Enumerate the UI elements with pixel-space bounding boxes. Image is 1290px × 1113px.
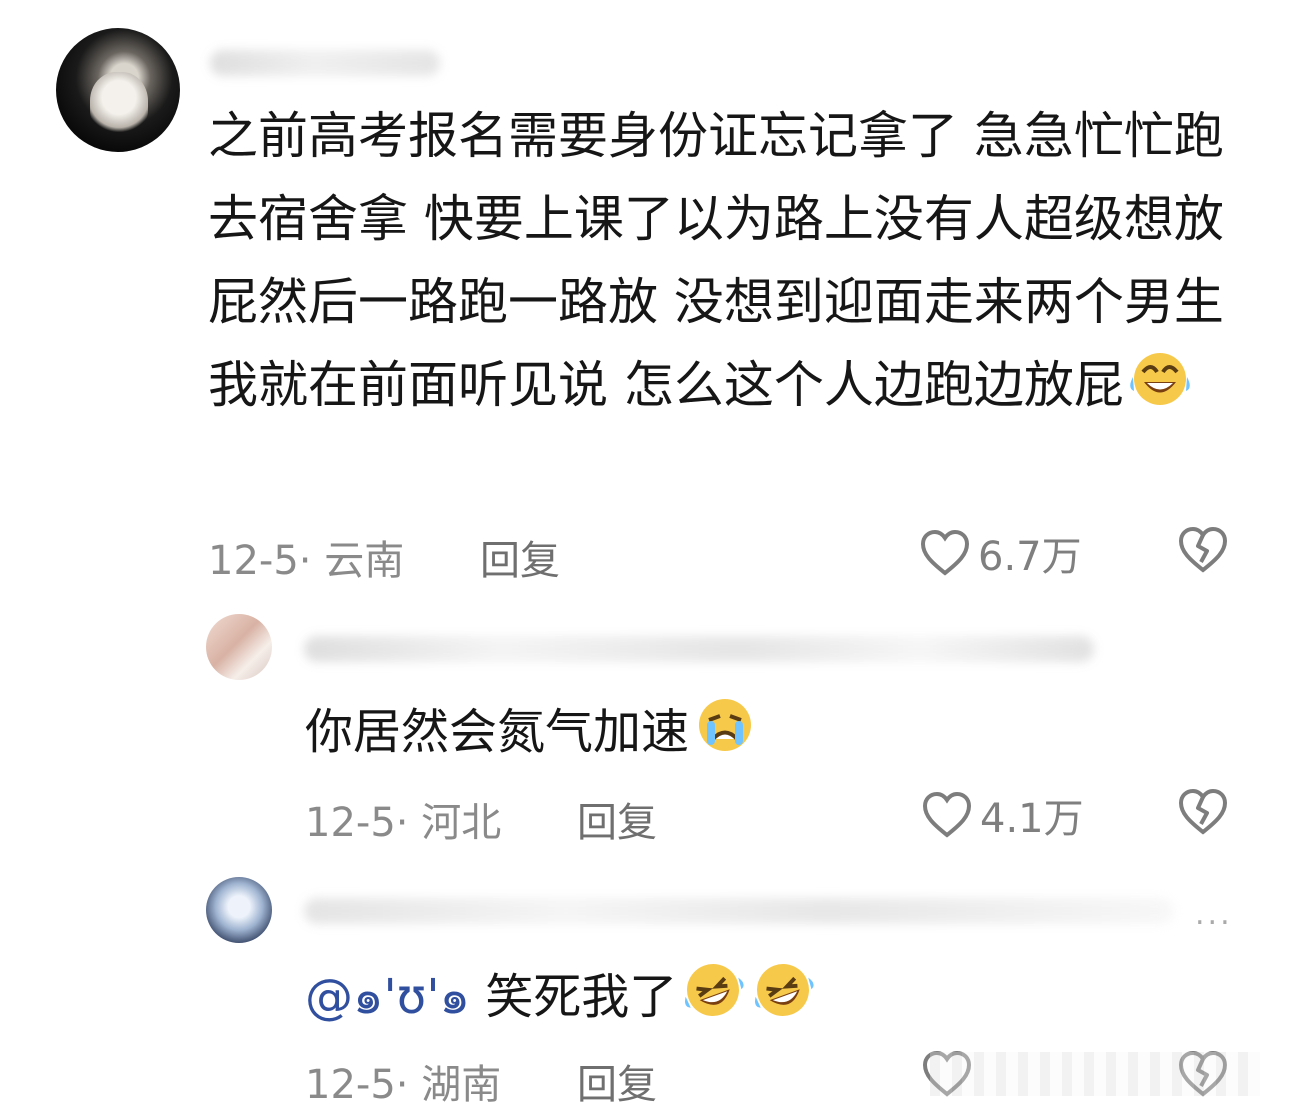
- rolling-laughing-emoji-icon: [679, 959, 747, 1021]
- broken-heart-icon: [1178, 788, 1228, 835]
- laughing-tears-emoji-icon: [1126, 348, 1194, 410]
- rolling-laughing-emoji-icon: [749, 959, 817, 1021]
- comment-text: @๑'ʊ'๑ 笑死我了: [305, 958, 817, 1036]
- like-count: 4.1万: [980, 796, 1084, 842]
- dislike-button[interactable]: [1176, 786, 1230, 838]
- like-button[interactable]: 6.7万: [918, 524, 1082, 582]
- heart-icon: [920, 529, 970, 576]
- watermark-overlay: [930, 1052, 1260, 1096]
- username-blurred[interactable]: [304, 636, 1094, 662]
- comment-time-location: 12-5· 云南: [208, 538, 405, 584]
- like-button[interactable]: 4.1万: [920, 786, 1084, 844]
- crying-emoji-icon: [691, 694, 759, 756]
- comment-time-location: 12-5· 河北: [305, 800, 502, 846]
- comment-text: 之前高考报名需要身份证忘记拿了 急急忙忙跑去宿舍拿 快要上课了以为路上没有人超级…: [208, 107, 1240, 414]
- reply-button[interactable]: 回复: [577, 1052, 657, 1110]
- more-options-icon[interactable]: ...: [1195, 897, 1233, 932]
- comment-text: 你居然会氮气加速: [305, 693, 759, 771]
- like-count: 6.7万: [978, 534, 1082, 580]
- heart-icon: [922, 791, 972, 838]
- mention-link[interactable]: @๑'ʊ'๑: [305, 969, 470, 1025]
- reply-button[interactable]: 回复: [577, 790, 657, 848]
- username-blurred[interactable]: [304, 898, 1174, 924]
- avatar[interactable]: [206, 614, 272, 680]
- broken-heart-icon: [1178, 526, 1228, 573]
- avatar[interactable]: [206, 877, 272, 943]
- avatar[interactable]: [56, 28, 180, 152]
- comment-time-location: 12-5· 湖南: [305, 1062, 502, 1108]
- username-blurred[interactable]: [210, 50, 440, 76]
- reply-button[interactable]: 回复: [480, 528, 560, 586]
- dislike-button[interactable]: [1176, 524, 1230, 576]
